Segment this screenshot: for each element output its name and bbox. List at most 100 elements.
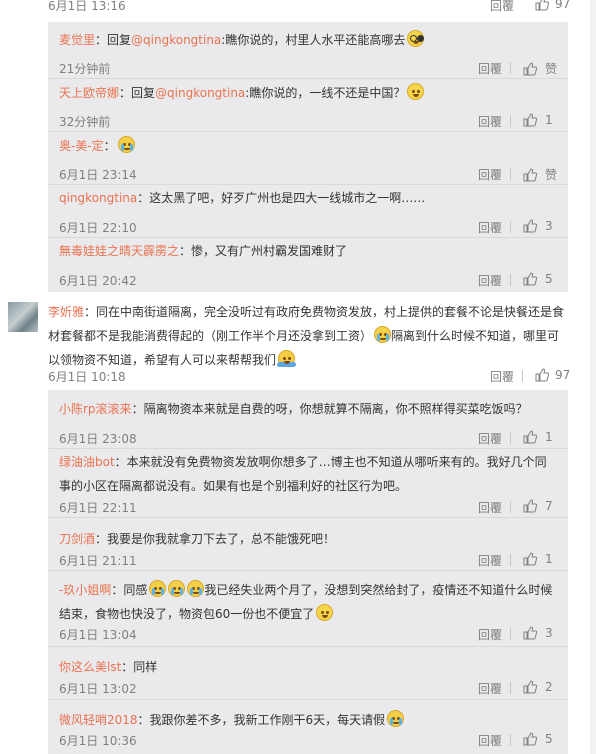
divider [510, 62, 511, 74]
divider [48, 517, 568, 518]
reply-item: 绿油油bot：本来就没有免费物资发放啊你想多了…博主也不知道从哪听来有的。我好几… [48, 453, 568, 521]
reply-button[interactable]: 回覆 [478, 552, 502, 569]
reply-button[interactable]: 回覆 [490, 0, 514, 14]
divider [510, 734, 511, 746]
reply-username[interactable]: 你这么美lst [59, 660, 121, 674]
reply-button[interactable]: 回覆 [478, 626, 502, 643]
like-button[interactable]: 97 [535, 0, 570, 11]
cry-emoji-icon [387, 710, 405, 727]
reply-button[interactable]: 回覆 [478, 219, 502, 236]
like-button[interactable]: 5 [523, 272, 553, 286]
like-count: 97 [555, 368, 571, 382]
thumb-up-icon [523, 167, 537, 182]
like-button[interactable]: 1 [523, 430, 553, 444]
like-button[interactable]: 97 [535, 368, 570, 382]
reply-username[interactable]: 奥-美-定 [59, 139, 104, 153]
reply-text: 無毒娃娃之晴天霹雳之：惨，又有广州村霸发国难财了 [59, 244, 348, 258]
like-count: 97 [555, 0, 571, 11]
reply-button[interactable]: 回覆 [478, 166, 502, 183]
reply-item: 奥-美-定： 6月1日 23:14 回覆 赞 [48, 136, 568, 183]
cry-emoji-icon [168, 580, 186, 597]
reply-username[interactable]: 無毒娃娃之晴天霹雳之 [59, 244, 179, 258]
like-button[interactable]: 3 [523, 219, 553, 233]
divider [48, 448, 568, 449]
reply-button[interactable]: 回覆 [478, 113, 502, 130]
thumb-up-icon [523, 61, 537, 76]
mention-link[interactable]: @qingkongtina [155, 86, 245, 100]
reply-text: qingkongtina：这太黑了吧，好歹广州也是四大一线城市之一啊…… [59, 191, 426, 205]
reply-username[interactable]: 微风轻哨2018 [59, 713, 138, 727]
reply-item: 你这么美lst：同样 6月1日 13:02 回覆 2 [48, 658, 568, 702]
reply-button[interactable]: 回覆 [478, 60, 502, 77]
reply-text: 事的小区在隔离都说没有。如果有也是个别福利好的社区行为吧。 [59, 479, 408, 493]
thumb-up-icon [523, 113, 537, 127]
reply-text: 奥-美-定： [59, 136, 135, 154]
divider [510, 501, 511, 513]
reply-time: 6月1日 22:10 [59, 221, 137, 235]
like-count: 2 [545, 680, 553, 694]
like-button[interactable]: 赞 [523, 166, 557, 183]
like-count: 3 [545, 219, 553, 233]
thumb-up-icon [523, 732, 537, 746]
like-count: 赞 [545, 62, 558, 76]
divider [510, 682, 511, 694]
divider [510, 554, 511, 566]
reply-button[interactable]: 回覆 [478, 430, 502, 447]
scrollbar[interactable] [590, 0, 596, 754]
cry-emoji-icon [374, 326, 392, 343]
mention-link[interactable]: @qingkongtina [131, 33, 221, 47]
thumb-up-icon [523, 626, 537, 640]
divider [510, 432, 511, 444]
like-count: 5 [545, 272, 553, 286]
like-count: 1 [545, 552, 553, 566]
divider [510, 168, 511, 180]
thumb-up-icon [535, 368, 549, 382]
cry-emoji-icon [117, 136, 135, 153]
cry-emoji-icon [149, 580, 167, 597]
like-button[interactable]: 1 [523, 552, 553, 566]
like-button[interactable]: 3 [523, 626, 553, 640]
reply-button[interactable]: 回覆 [478, 732, 502, 749]
comment-time: 6月1日 13:16 [48, 0, 126, 13]
reply-username[interactable]: -玖小姐啊 [59, 583, 111, 597]
reply-username[interactable]: 天上欧帝娜 [59, 86, 119, 100]
top-comment-meta: 6月1日 13:16 回覆 97 [0, 0, 596, 14]
reply-item: 無毒娃娃之晴天霹雳之：惨，又有广州村霸发国难财了 6月1日 20:42 回覆 5 [48, 242, 568, 289]
comment-username[interactable]: 李妡雅 [48, 305, 84, 319]
thumb-up-icon [523, 680, 537, 694]
thumb-up-icon [523, 219, 537, 233]
divider [48, 570, 568, 571]
reply-text: 小陈rp滚滚来：隔离物资本来就是自费的呀，你想就算不隔离，你不照样得买菜吃饭吗？ [59, 402, 528, 416]
reply-username[interactable]: 刀剑酒 [59, 532, 95, 546]
reply-button[interactable]: 回覆 [490, 368, 514, 385]
reply-button[interactable]: 回覆 [478, 499, 502, 516]
reply-username[interactable]: qingkongtina [59, 191, 137, 205]
like-button[interactable]: 7 [523, 499, 553, 513]
reply-item: 微风轻哨2018：我跟你差不多，我新工作刚干6天，每天请假 6月1日 10:36… [48, 710, 568, 754]
reply-time: 6月1日 22:11 [59, 501, 137, 515]
like-count: 7 [545, 499, 553, 513]
like-button[interactable]: 赞 [523, 60, 557, 77]
comment-time: 6月1日 10:18 [48, 370, 126, 384]
divider [522, 370, 523, 382]
reply-text: 麦觉里：回复@qingkongtina:瞧你说的，村里人水平还能高哪去 [59, 30, 425, 48]
reply-button[interactable]: 回覆 [478, 272, 502, 289]
reply-text: 天上欧帝娜：回复@qingkongtina:瞧你说的，一线不还是中国？ [59, 83, 425, 101]
comment-text: 李妡雅：同在中南街道隔离，完全没听过有政府免费物资发放，村上提供的套餐不论是快餐… [48, 305, 565, 367]
divider [48, 646, 568, 647]
like-button[interactable]: 2 [523, 680, 553, 694]
thumb-up-icon [535, 0, 549, 11]
reply-username[interactable]: 麦觉里 [59, 33, 95, 47]
reply-username[interactable]: 小陈rp滚滚来 [59, 402, 132, 416]
like-count: 5 [545, 732, 553, 746]
like-button[interactable]: 5 [523, 732, 553, 746]
reply-time: 6月1日 23:08 [59, 432, 137, 446]
hug-emoji-icon [277, 350, 297, 367]
like-button[interactable]: 1 [523, 113, 553, 127]
reply-button[interactable]: 回覆 [478, 680, 502, 697]
reply-username[interactable]: 绿油油bot [59, 455, 115, 469]
avatar[interactable] [8, 302, 38, 332]
reply-text: -玖小姐啊：同感 我已经失业两个月了，没想到突然给封了，疫情还不知道什么时候 [59, 580, 552, 598]
reply-item: -玖小姐啊：同感 我已经失业两个月了，没想到突然给封了，疫情还不知道什么时候 结束… [48, 580, 568, 648]
like-count: 1 [545, 113, 553, 127]
